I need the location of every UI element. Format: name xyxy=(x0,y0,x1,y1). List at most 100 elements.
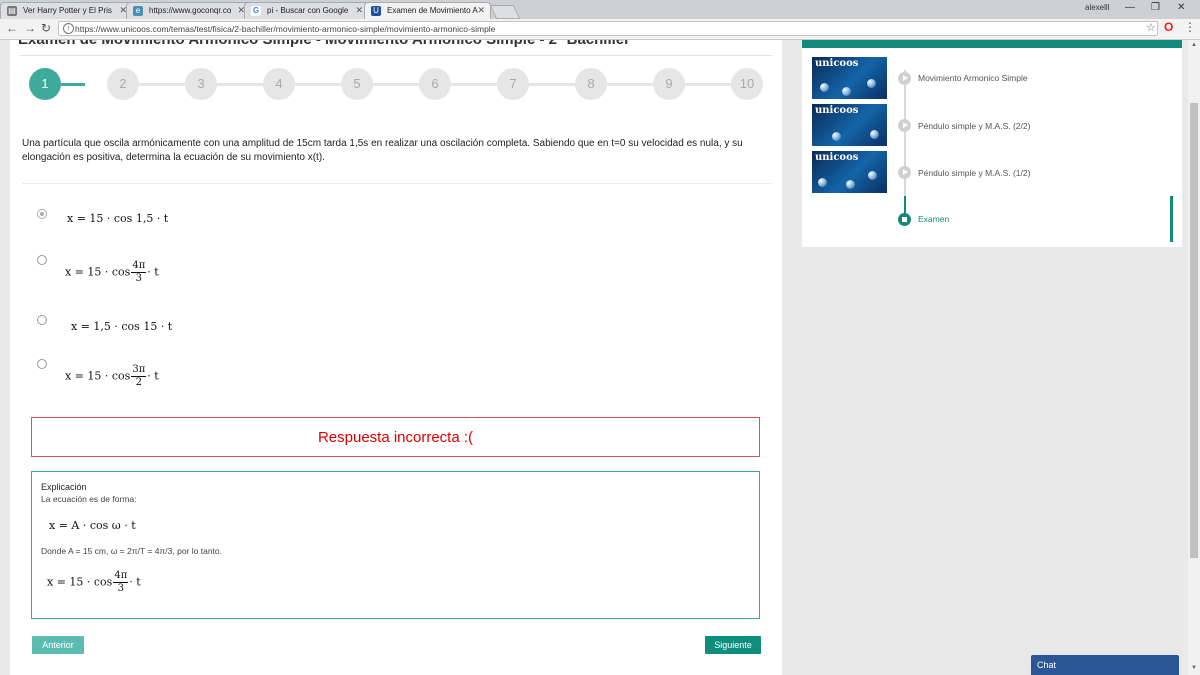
unicoos-icon: U xyxy=(371,6,381,16)
profile-name[interactable]: alexelll xyxy=(1085,3,1109,12)
explanation-formula: x = A · cos ω · t xyxy=(49,519,136,532)
sphere-icon xyxy=(818,178,827,187)
step-7[interactable]: 7 xyxy=(497,68,529,100)
step-connector xyxy=(607,83,653,86)
play-icon[interactable] xyxy=(898,119,911,132)
sphere-icon xyxy=(832,132,841,141)
sidebar-item-pendulo-1[interactable]: Péndulo simple y M.A.S. (1/2) xyxy=(918,168,1030,178)
option-2-formula[interactable]: x = 15 · cos 4π 3 · t xyxy=(65,260,159,285)
divider xyxy=(20,55,772,56)
sidebar-item-mas[interactable]: Movimiento Armonico Simple xyxy=(918,73,1028,83)
fraction: 4π 3 xyxy=(113,570,129,595)
google-icon: G xyxy=(251,6,261,16)
step-1[interactable]: 1 xyxy=(29,68,61,100)
step-4[interactable]: 4 xyxy=(263,68,295,100)
tab-harry-potter[interactable]: ▤ Ver Harry Potter y El Pris ✕ xyxy=(0,2,133,19)
bookmark-star-icon[interactable]: ☆ xyxy=(1146,21,1156,34)
fraction-numerator: 3π xyxy=(131,364,147,377)
forward-arrow-icon[interactable]: → xyxy=(24,21,36,35)
sphere-icon xyxy=(820,83,829,92)
option-3-formula[interactable]: x = 1,5 · cos 15 · t xyxy=(71,320,172,333)
option-4-suffix: · t xyxy=(147,369,159,383)
tab-title: https://www.goconqr.co xyxy=(149,6,232,15)
tab-title: Ver Harry Potter y El Pris xyxy=(23,6,112,15)
step-3[interactable]: 3 xyxy=(185,68,217,100)
final-prefix: x = 15 · cos xyxy=(47,575,113,589)
option-4-prefix: x = 15 · cos xyxy=(65,369,131,383)
step-connector xyxy=(451,83,497,86)
step-10[interactable]: 10 xyxy=(731,68,763,100)
next-button[interactable]: Siguiente xyxy=(705,636,761,654)
page-scrollbar[interactable]: ▲ ▼ xyxy=(1188,40,1200,675)
play-icon[interactable] xyxy=(898,166,911,179)
info-icon[interactable]: i xyxy=(63,23,74,34)
step-connector xyxy=(139,83,185,86)
explanation-title: Explicación xyxy=(41,482,87,492)
tab-examen[interactable]: U Examen de Movimiento A ✕ xyxy=(364,2,491,19)
exam-icon[interactable] xyxy=(898,213,911,226)
fraction: 4π 3 xyxy=(131,260,147,285)
video-thumbnail[interactable]: unicoos xyxy=(812,57,887,99)
step-2[interactable]: 2 xyxy=(107,68,139,100)
sidebar-header-bar xyxy=(802,40,1182,48)
close-icon[interactable]: ✕ xyxy=(477,5,485,16)
step-9[interactable]: 9 xyxy=(653,68,685,100)
maximize-icon[interactable]: ❐ xyxy=(1151,2,1160,13)
minimize-icon[interactable]: — xyxy=(1125,2,1135,13)
address-bar[interactable]: i https://www.unicoos.com/temas/test/fis… xyxy=(58,21,1158,36)
step-connector xyxy=(217,83,263,86)
tab-google[interactable]: G pi - Buscar con Google ✕ xyxy=(244,2,369,19)
chat-widget[interactable]: Chat xyxy=(1031,655,1179,675)
course-sidebar: unicoos Movimiento Armonico Simple unico… xyxy=(802,40,1182,247)
previous-button[interactable]: Anterior xyxy=(32,636,84,654)
option-1-formula[interactable]: x = 15 · cos 1,5 · t xyxy=(67,212,168,225)
page-icon: e xyxy=(133,6,143,16)
thumbnail-logo: unicoos xyxy=(815,105,859,116)
explanation-intro: La ecuación es de forma: xyxy=(41,494,137,504)
tab-goconqr[interactable]: e https://www.goconqr.co ✕ xyxy=(126,2,251,19)
sidebar-item-pendulo-2[interactable]: Péndulo simple y M.A.S. (2/2) xyxy=(918,121,1030,131)
explanation-where: Donde A = 15 cm, ω = 2π/T = 4π/3, por lo… xyxy=(41,546,222,556)
tab-title: Examen de Movimiento A xyxy=(387,6,478,15)
step-connector xyxy=(373,83,419,86)
video-thumbnail[interactable]: unicoos xyxy=(812,104,887,146)
option-3-radio[interactable] xyxy=(37,315,47,325)
extension-icon[interactable]: O xyxy=(1164,20,1173,34)
step-8[interactable]: 8 xyxy=(575,68,607,100)
option-4-formula[interactable]: x = 15 · cos 3π 2 · t xyxy=(65,364,159,389)
active-indicator xyxy=(1170,196,1173,242)
film-icon: ▤ xyxy=(7,6,17,16)
step-connector xyxy=(61,83,85,86)
step-connector xyxy=(685,83,731,86)
scroll-down-arrow-icon[interactable]: ▼ xyxy=(1191,665,1197,671)
scroll-up-arrow-icon[interactable]: ▲ xyxy=(1191,42,1197,48)
fraction-denominator: 3 xyxy=(117,583,124,594)
option-1-radio[interactable] xyxy=(37,209,47,219)
close-icon[interactable]: ✕ xyxy=(355,5,363,16)
page-content: Examen de Movimiento Armonico Simple - M… xyxy=(0,40,1188,675)
thumbnail-logo: unicoos xyxy=(815,58,859,69)
video-thumbnail[interactable]: unicoos xyxy=(812,151,887,193)
back-arrow-icon[interactable]: ← xyxy=(6,21,18,35)
option-2-suffix: · t xyxy=(147,265,159,279)
url-text: https://www.unicoos.com/temas/test/fisic… xyxy=(75,24,496,34)
sphere-icon xyxy=(870,130,879,139)
reload-icon[interactable]: ↻ xyxy=(41,21,51,35)
step-connector xyxy=(295,83,341,86)
step-connector xyxy=(529,83,575,86)
step-6[interactable]: 6 xyxy=(419,68,451,100)
result-message: Respuesta incorrecta :( xyxy=(31,417,760,457)
thumbnail-logo: unicoos xyxy=(815,152,859,163)
menu-icon[interactable]: ⋮ xyxy=(1184,20,1196,34)
step-5[interactable]: 5 xyxy=(341,68,373,100)
fraction-numerator: 4π xyxy=(131,260,147,273)
sphere-icon xyxy=(867,79,876,88)
sidebar-item-examen[interactable]: Examen xyxy=(918,214,949,224)
option-2-radio[interactable] xyxy=(37,255,47,265)
play-icon[interactable] xyxy=(898,72,911,85)
new-tab-button[interactable] xyxy=(489,5,521,19)
close-window-icon[interactable]: ✕ xyxy=(1177,2,1185,13)
scrollbar-thumb[interactable] xyxy=(1190,103,1198,558)
option-4-radio[interactable] xyxy=(37,359,47,369)
question-text: Una partícula que oscila armónicamente c… xyxy=(22,138,743,163)
